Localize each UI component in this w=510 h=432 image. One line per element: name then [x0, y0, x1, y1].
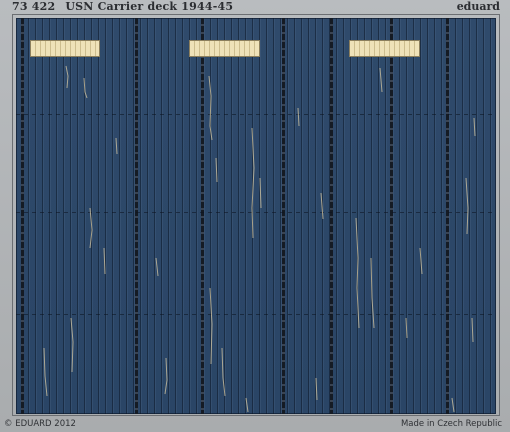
wear-mark	[379, 67, 383, 93]
wear-mark	[465, 177, 469, 235]
wear-mark	[297, 107, 300, 127]
wear-mark	[355, 217, 360, 329]
origin-text: Made in Czech Republic	[400, 419, 502, 429]
wear-mark	[70, 317, 74, 373]
wear-marks	[43, 65, 476, 413]
wear-mark	[43, 347, 48, 397]
brand-logo: eduard	[456, 0, 500, 13]
copyright-text: © EDUARD 2012	[4, 419, 76, 429]
wear-mark	[251, 127, 255, 239]
product-code: 73 422	[12, 0, 56, 13]
wear-mark	[451, 397, 455, 413]
wear-mark	[419, 247, 423, 275]
wear-mark	[83, 77, 88, 99]
wear-mark	[320, 192, 324, 220]
wear-mark	[471, 317, 474, 343]
wear-mark	[245, 397, 249, 413]
wear-mark	[115, 137, 118, 155]
wear-mark	[370, 257, 375, 329]
wear-mark	[208, 75, 213, 141]
wear-mark	[473, 117, 476, 137]
wear-mark	[215, 157, 218, 183]
sheet-header: 73 422 USN Carrier deck 1944-45	[12, 0, 233, 14]
wear-mark	[259, 177, 262, 209]
product-title: USN Carrier deck 1944-45	[65, 0, 234, 13]
wear-mark	[103, 247, 106, 275]
wear-mark	[89, 207, 93, 249]
wear-mark	[164, 357, 168, 395]
wear-mark	[221, 347, 226, 397]
wear-mark	[65, 65, 69, 89]
wear-mark	[209, 287, 213, 365]
photo-etch-sheet: 73 422 USN Carrier deck 1944-45 eduard ©…	[0, 0, 510, 432]
wear-mark	[405, 317, 408, 339]
wear-mark	[315, 377, 318, 401]
wear-mark	[155, 257, 159, 277]
carrier-deck-panel	[16, 18, 496, 414]
